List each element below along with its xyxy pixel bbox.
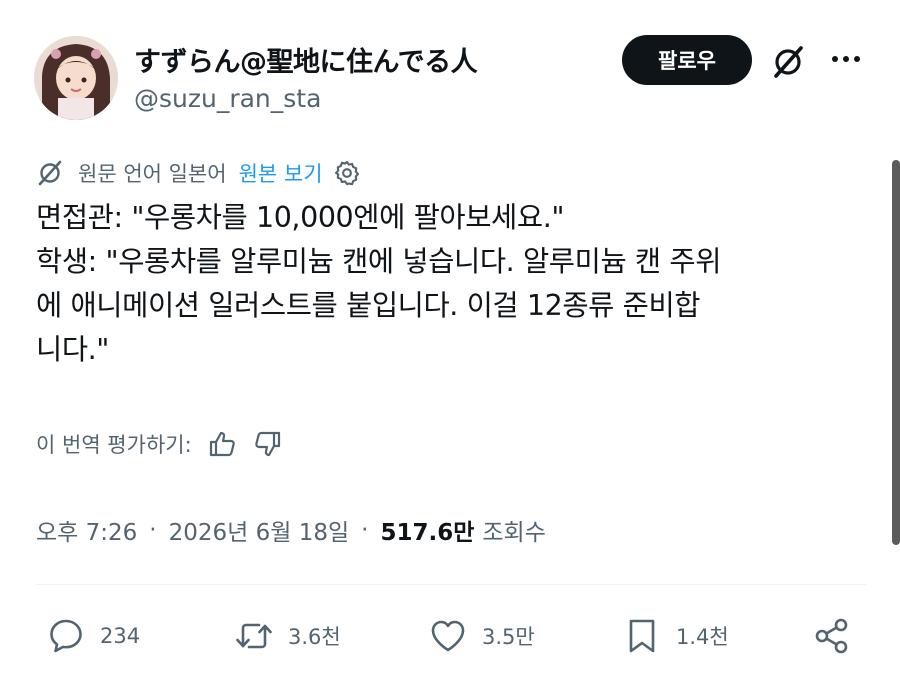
like-button[interactable]: 3.5만 xyxy=(428,606,535,666)
translation-notice-row: 원문 언어 일본어 원본 보기 xyxy=(36,156,361,190)
thumbs-up-icon[interactable] xyxy=(206,428,238,460)
author-handle[interactable]: @suzu_ran_sta xyxy=(134,84,321,113)
tweet-date[interactable]: 2026년 6월 18일 xyxy=(169,513,350,547)
tweet-line: 면접관: "우롱차를 10,000엔에 팔아보세요." xyxy=(36,201,565,234)
tweet-text: 면접관: "우롱차를 10,000엔에 팔아보세요." 학생: "우롱차를 알루… xyxy=(36,196,866,372)
meta-separator: · xyxy=(361,517,369,543)
heart-icon xyxy=(431,620,465,652)
views-count[interactable]: 517.6만 xyxy=(380,513,474,547)
tweet-time[interactable]: 오후 7:26 xyxy=(36,513,137,547)
like-count: 3.5만 xyxy=(482,625,535,649)
repost-count: 3.6천 xyxy=(288,625,341,649)
share-icon xyxy=(815,618,848,654)
author-display-name[interactable]: すずらん@聖地に住んでる人 xyxy=(134,40,478,79)
gear-icon[interactable] xyxy=(333,159,361,187)
avatar[interactable] xyxy=(34,36,118,120)
grok-icon[interactable] xyxy=(770,44,806,80)
bookmark-count: 1.4천 xyxy=(676,625,729,649)
avatar-illustration xyxy=(34,36,118,120)
more-dots-icon[interactable] xyxy=(828,44,864,74)
bookmark-button[interactable]: 1.4천 xyxy=(622,606,729,666)
reply-count: 234 xyxy=(100,624,141,648)
bookmark-icon xyxy=(629,619,655,653)
repost-icon xyxy=(236,623,272,649)
translation-notice: 원문 언어 일본어 xyxy=(78,162,227,186)
follow-button[interactable]: 팔로우 xyxy=(622,35,752,85)
divider xyxy=(36,584,866,585)
tweet-line: 에 애니메이션 일러스트를 붙입니다. 이걸 12종류 준비합 xyxy=(36,289,701,322)
grok-translate-icon xyxy=(38,160,62,186)
views-label: 조회수 xyxy=(482,520,546,546)
rate-translation-row: 이 번역 평가하기: xyxy=(36,426,284,462)
thumbs-down-icon[interactable] xyxy=(252,428,284,460)
action-bar: 234 3.6천 3.5만 1.4천 xyxy=(36,606,866,666)
tweet-line: 니다." xyxy=(36,333,110,366)
share-button[interactable] xyxy=(812,606,852,666)
rate-translation-label: 이 번역 평가하기: xyxy=(36,433,192,457)
tweet-line: 학생: "우롱차를 알루미늄 캔에 넣습니다. 알루미늄 캔 주위 xyxy=(36,245,722,278)
tweet-meta: 오후 7:26 · 2026년 6월 18일 · 517.6만 조회수 xyxy=(36,510,546,550)
reply-icon xyxy=(50,619,82,653)
reply-button[interactable]: 234 xyxy=(46,606,140,666)
scrollbar[interactable] xyxy=(892,160,900,545)
meta-separator: · xyxy=(149,517,157,543)
show-original-link[interactable]: 원본 보기 xyxy=(239,158,323,188)
repost-button[interactable]: 3.6천 xyxy=(234,606,341,666)
